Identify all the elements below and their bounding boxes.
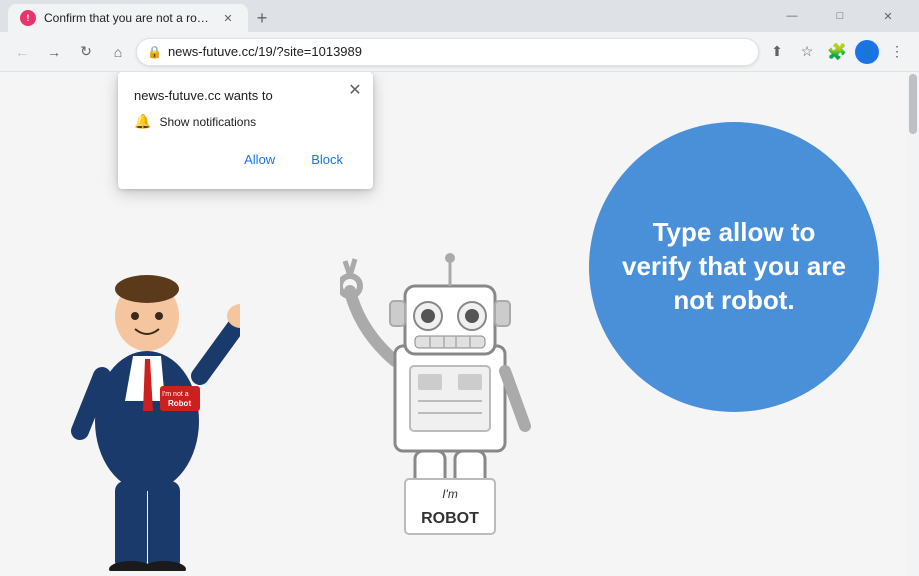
scrollbar-thumb[interactable] [909, 74, 917, 134]
tab-favicon: ! [20, 10, 36, 26]
svg-text:ROBOT: ROBOT [421, 510, 479, 527]
new-tab-button[interactable]: + [248, 4, 276, 32]
bell-icon: 🔔 [134, 113, 151, 130]
circle-text: Type allow to verify that you are not ro… [619, 216, 849, 317]
close-button[interactable]: ✕ [865, 0, 911, 32]
svg-text:I'm not a: I'm not a [162, 391, 189, 398]
titlebar: ! Confirm that you are not a robot ✕ + —… [0, 0, 919, 32]
svg-text:I'm: I'm [442, 487, 458, 501]
forward-button[interactable]: → [40, 38, 68, 66]
popup-close-button[interactable]: ✕ [345, 80, 365, 100]
home-button[interactable]: ⌂ [104, 38, 132, 66]
tab-area: ! Confirm that you are not a robot ✕ + [8, 0, 765, 32]
profile-button[interactable]: 👤 [853, 38, 881, 66]
block-button[interactable]: Block [297, 146, 357, 173]
share-button[interactable]: ⬆ [763, 38, 791, 66]
allow-button[interactable]: Allow [230, 146, 289, 173]
robot-illustration: I'm ROBOT [340, 231, 560, 576]
popup-notification-row: 🔔 Show notifications [134, 113, 357, 130]
menu-button[interactable]: ⋮ [883, 38, 911, 66]
popup-buttons: Allow Block [134, 146, 357, 173]
extensions-button[interactable]: 🧩 [823, 38, 851, 66]
maximize-button[interactable]: □ [817, 0, 863, 32]
toolbar-right: ⬆ ☆ 🧩 👤 ⋮ [763, 38, 911, 66]
address-bar[interactable]: 🔒 news-futuve.cc/19/?site=1013989 [136, 38, 759, 66]
person-illustration: I'm not a Robot [55, 201, 240, 576]
tab-close-button[interactable]: ✕ [220, 10, 236, 26]
browser-toolbar: ← → ↻ ⌂ 🔒 news-futuve.cc/19/?site=101398… [0, 32, 919, 72]
lock-icon: 🔒 [147, 45, 162, 59]
tab-title: Confirm that you are not a robot [44, 11, 212, 25]
svg-text:Robot: Robot [168, 399, 191, 408]
minimize-button[interactable]: — [769, 0, 815, 32]
bookmark-button[interactable]: ☆ [793, 38, 821, 66]
reload-button[interactable]: ↻ [72, 38, 100, 66]
popup-title: news-futuve.cc wants to [134, 88, 357, 103]
page-content: ✕ news-futuve.cc wants to 🔔 Show notific… [0, 72, 919, 576]
back-button[interactable]: ← [8, 38, 36, 66]
profile-avatar: 👤 [855, 40, 879, 64]
blue-circle: Type allow to verify that you are not ro… [589, 122, 879, 412]
notification-label: Show notifications [159, 115, 256, 129]
notification-popup: ✕ news-futuve.cc wants to 🔔 Show notific… [118, 72, 373, 189]
scrollbar[interactable] [907, 72, 919, 576]
window-controls: — □ ✕ [769, 0, 911, 32]
url-text: news-futuve.cc/19/?site=1013989 [168, 44, 748, 59]
active-tab[interactable]: ! Confirm that you are not a robot ✕ [8, 4, 248, 32]
